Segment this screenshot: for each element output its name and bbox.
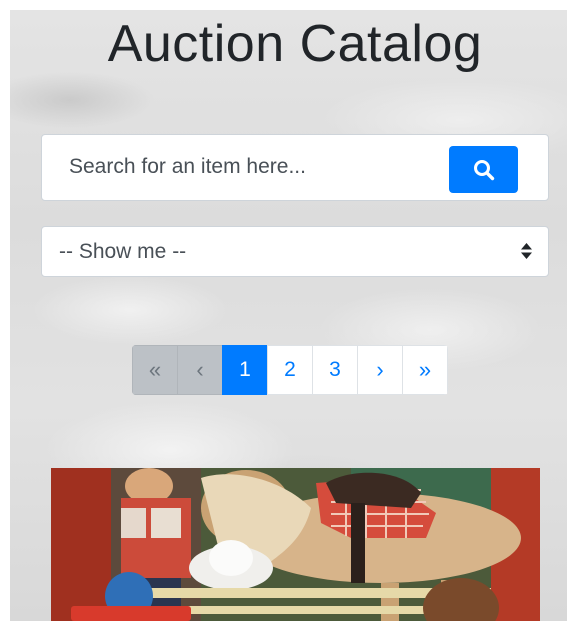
search-bar [41, 134, 549, 201]
select-value: -- Show me -- [59, 240, 187, 263]
toy-box-photo [51, 468, 540, 621]
search-input[interactable] [69, 155, 439, 179]
next-page-button[interactable]: › [357, 345, 403, 395]
catalog-item-image[interactable] [51, 468, 540, 621]
search-button[interactable] [449, 146, 518, 193]
show-me-select[interactable]: -- Show me -- [41, 226, 549, 277]
page-3-button[interactable]: 3 [312, 345, 358, 395]
pagination: « ‹ 1 2 3 › » [132, 345, 448, 395]
sort-arrows-icon [521, 243, 532, 259]
search-icon [473, 159, 494, 180]
page-title: Auction Catalog [107, 15, 483, 73]
previous-page-button[interactable]: ‹ [177, 345, 223, 395]
page-1-button[interactable]: 1 [222, 345, 268, 395]
first-page-button[interactable]: « [132, 345, 178, 395]
last-page-button[interactable]: » [402, 345, 448, 395]
page-2-button[interactable]: 2 [267, 345, 313, 395]
page: Auction Catalog -- Show me -- « ‹ 1 2 3 … [0, 0, 575, 621]
